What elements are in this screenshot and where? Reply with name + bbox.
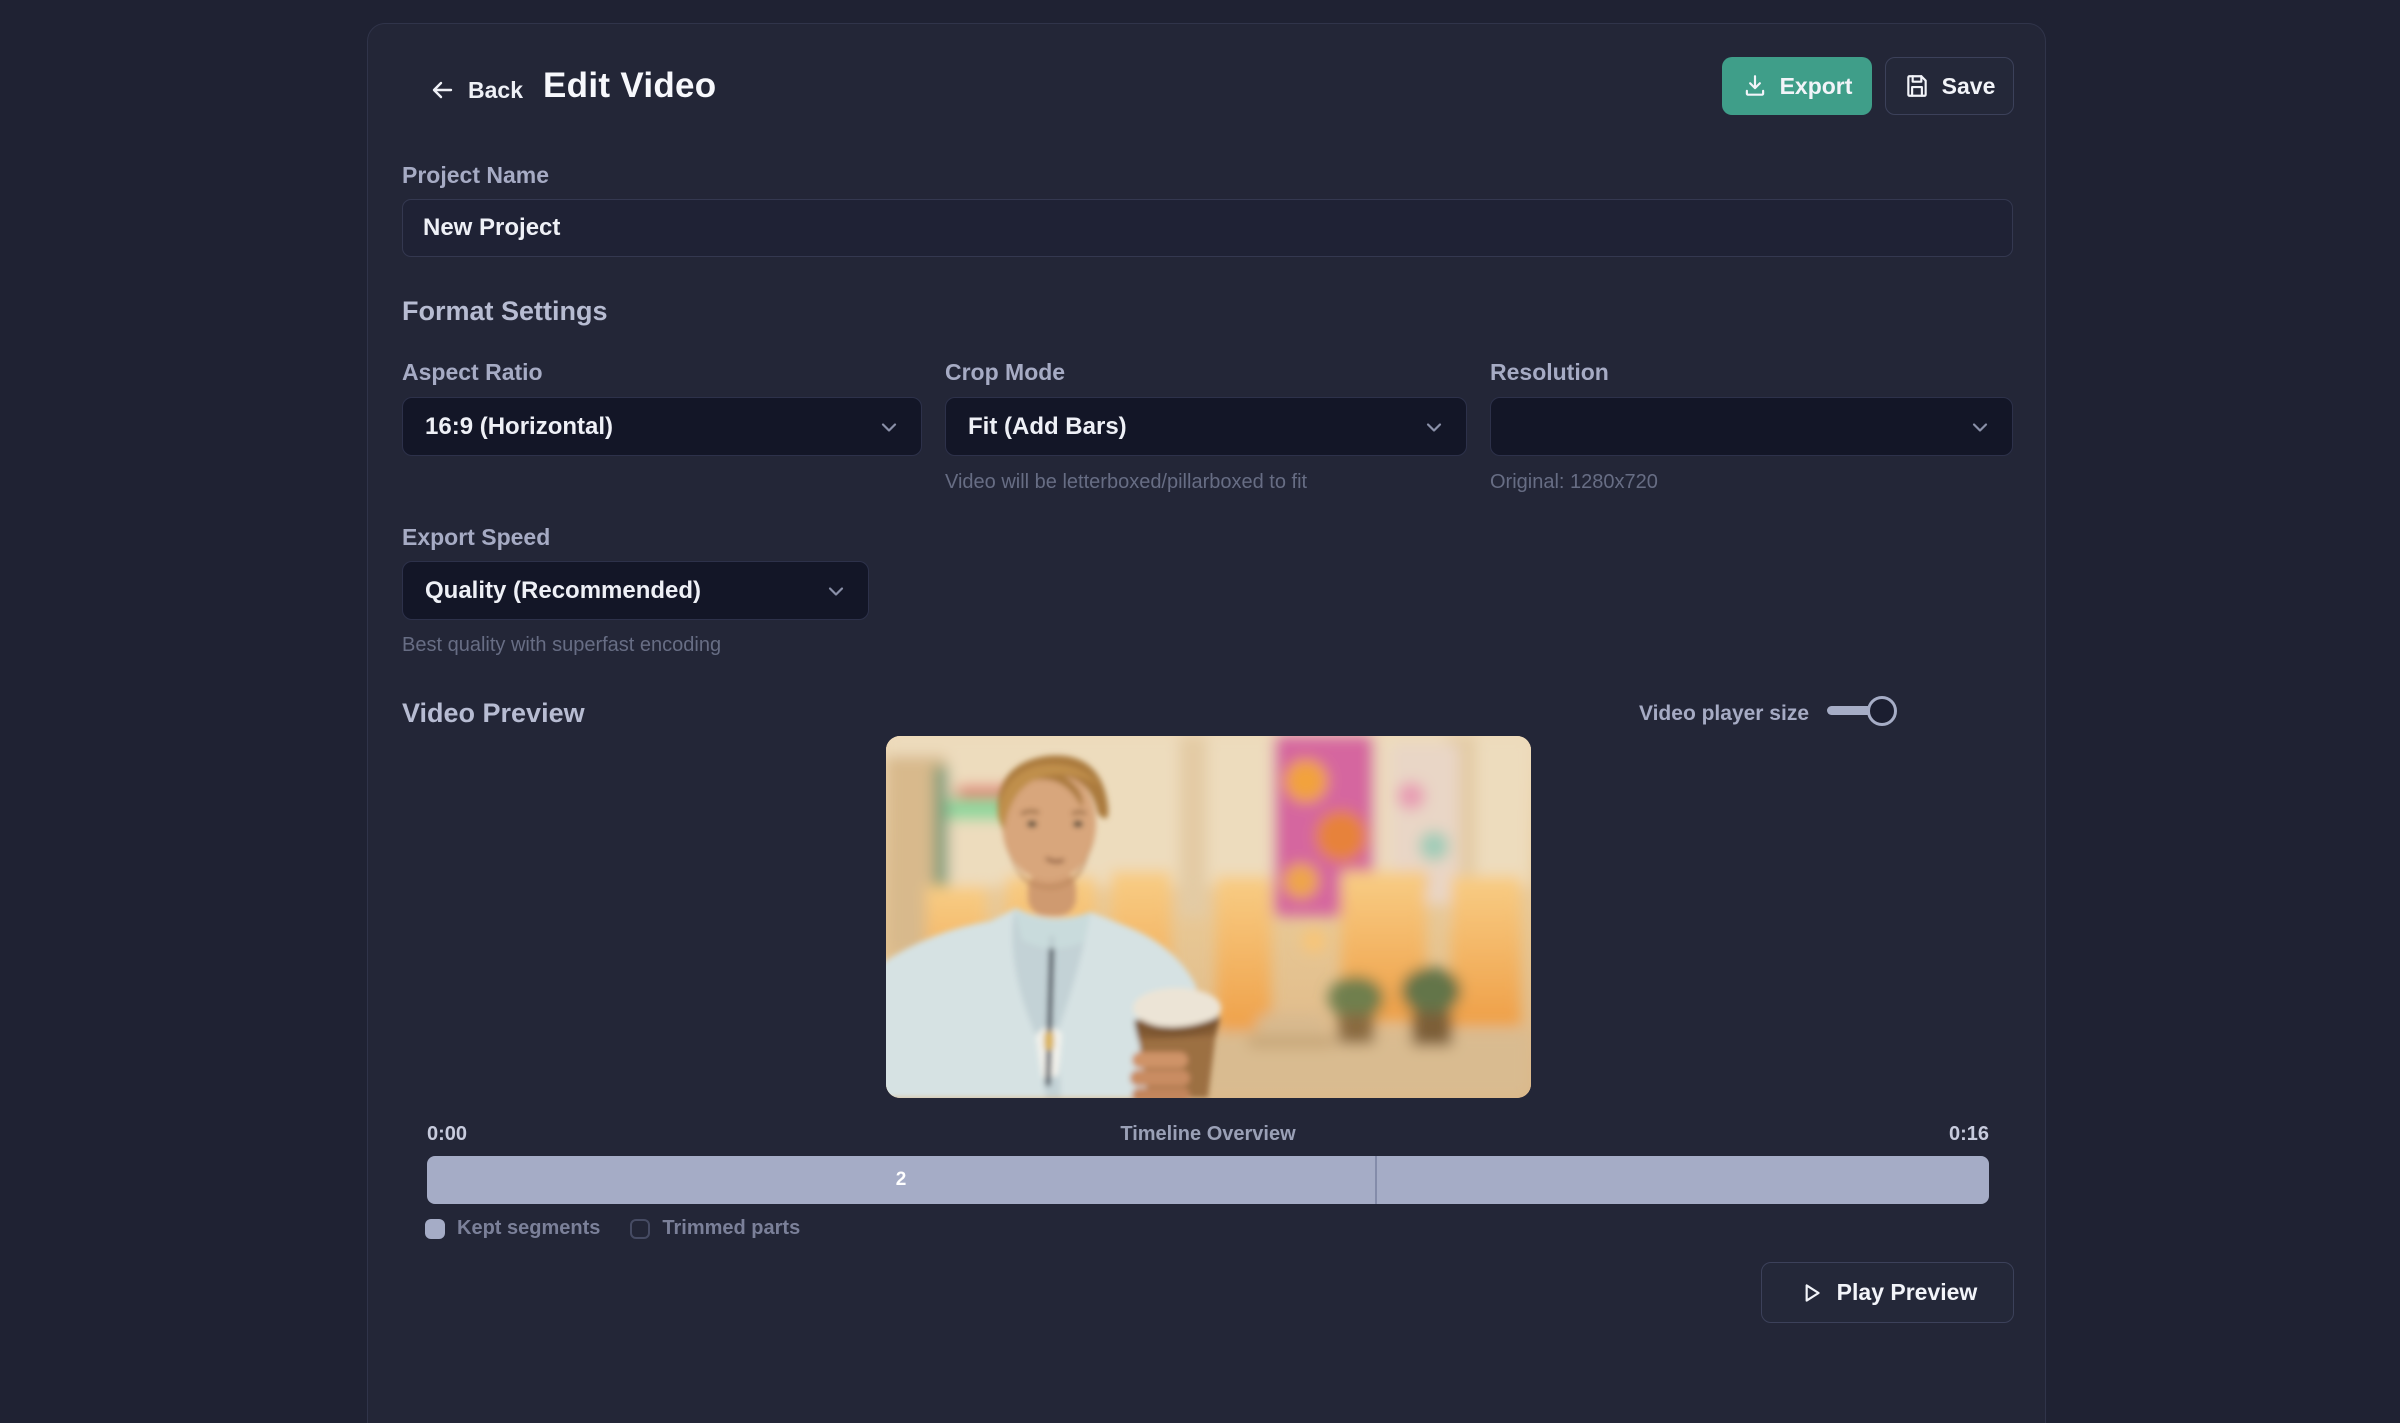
crop-mode-select[interactable]: Fit (Add Bars) <box>945 397 1467 456</box>
download-icon <box>1742 73 1768 99</box>
slider-thumb[interactable] <box>1867 696 1897 726</box>
player-size-label: Video player size <box>1639 702 1809 726</box>
play-outline-icon <box>1798 1280 1824 1306</box>
back-button[interactable]: Back <box>428 70 523 110</box>
timeline-legend: Kept segments Trimmed parts <box>425 1217 800 1240</box>
video-preview-heading: Video Preview <box>402 698 585 729</box>
video-frame-art <box>886 736 1531 1098</box>
chevron-down-icon <box>824 579 848 603</box>
aspect-ratio-label: Aspect Ratio <box>402 359 543 386</box>
export-speed-value: Quality (Recommended) <box>425 577 701 605</box>
play-preview-button[interactable]: Play Preview <box>1761 1262 2014 1323</box>
kept-segments-label: Kept segments <box>457 1217 600 1240</box>
project-name-label: Project Name <box>402 162 549 189</box>
chevron-down-icon <box>877 415 901 439</box>
video-preview-player[interactable] <box>886 736 1531 1098</box>
project-name-input[interactable] <box>402 199 2013 257</box>
crop-mode-label: Crop Mode <box>945 359 1065 386</box>
kept-segments-swatch <box>425 1219 445 1239</box>
back-label: Back <box>468 77 523 104</box>
play-preview-label: Play Preview <box>1837 1279 1978 1306</box>
save-label: Save <box>1942 73 1996 100</box>
aspect-ratio-value: 16:9 (Horizontal) <box>425 413 613 441</box>
export-speed-label: Export Speed <box>402 524 550 551</box>
export-speed-select[interactable]: Quality (Recommended) <box>402 561 869 620</box>
resolution-select[interactable] <box>1490 397 2013 456</box>
export-button[interactable]: Export <box>1722 57 1872 115</box>
trimmed-parts-label: Trimmed parts <box>662 1217 800 1240</box>
resolution-label: Resolution <box>1490 359 1609 386</box>
timeline-title: Timeline Overview <box>427 1123 1989 1146</box>
resolution-helper: Original: 1280x720 <box>1490 471 1658 494</box>
aspect-ratio-select[interactable]: 16:9 (Horizontal) <box>402 397 922 456</box>
arrow-left-icon <box>428 76 456 104</box>
format-settings-heading: Format Settings <box>402 296 608 327</box>
timeline-segment-label: 2 <box>896 1169 907 1191</box>
save-button[interactable]: Save <box>1885 57 2014 115</box>
timeline-segment-divider <box>1375 1156 1377 1204</box>
timeline-header: 0:00 Timeline Overview 0:16 <box>427 1123 1989 1146</box>
timeline-segment-1[interactable]: 2 <box>427 1156 1375 1204</box>
edit-video-panel: Back Edit Video Export Save Project Name… <box>367 23 2046 1423</box>
floppy-disk-icon <box>1904 73 1930 99</box>
page-title: Edit Video <box>543 66 717 106</box>
player-size-slider[interactable] <box>1827 696 1901 724</box>
crop-mode-helper: Video will be letterboxed/pillarboxed to… <box>945 471 1307 494</box>
chevron-down-icon <box>1422 415 1446 439</box>
chevron-down-icon <box>1968 415 1992 439</box>
trimmed-parts-swatch <box>630 1219 650 1239</box>
timeline-overview-bar[interactable]: 2 <box>427 1156 1989 1204</box>
export-speed-helper: Best quality with superfast encoding <box>402 634 721 657</box>
crop-mode-value: Fit (Add Bars) <box>968 413 1127 441</box>
export-label: Export <box>1780 73 1853 100</box>
